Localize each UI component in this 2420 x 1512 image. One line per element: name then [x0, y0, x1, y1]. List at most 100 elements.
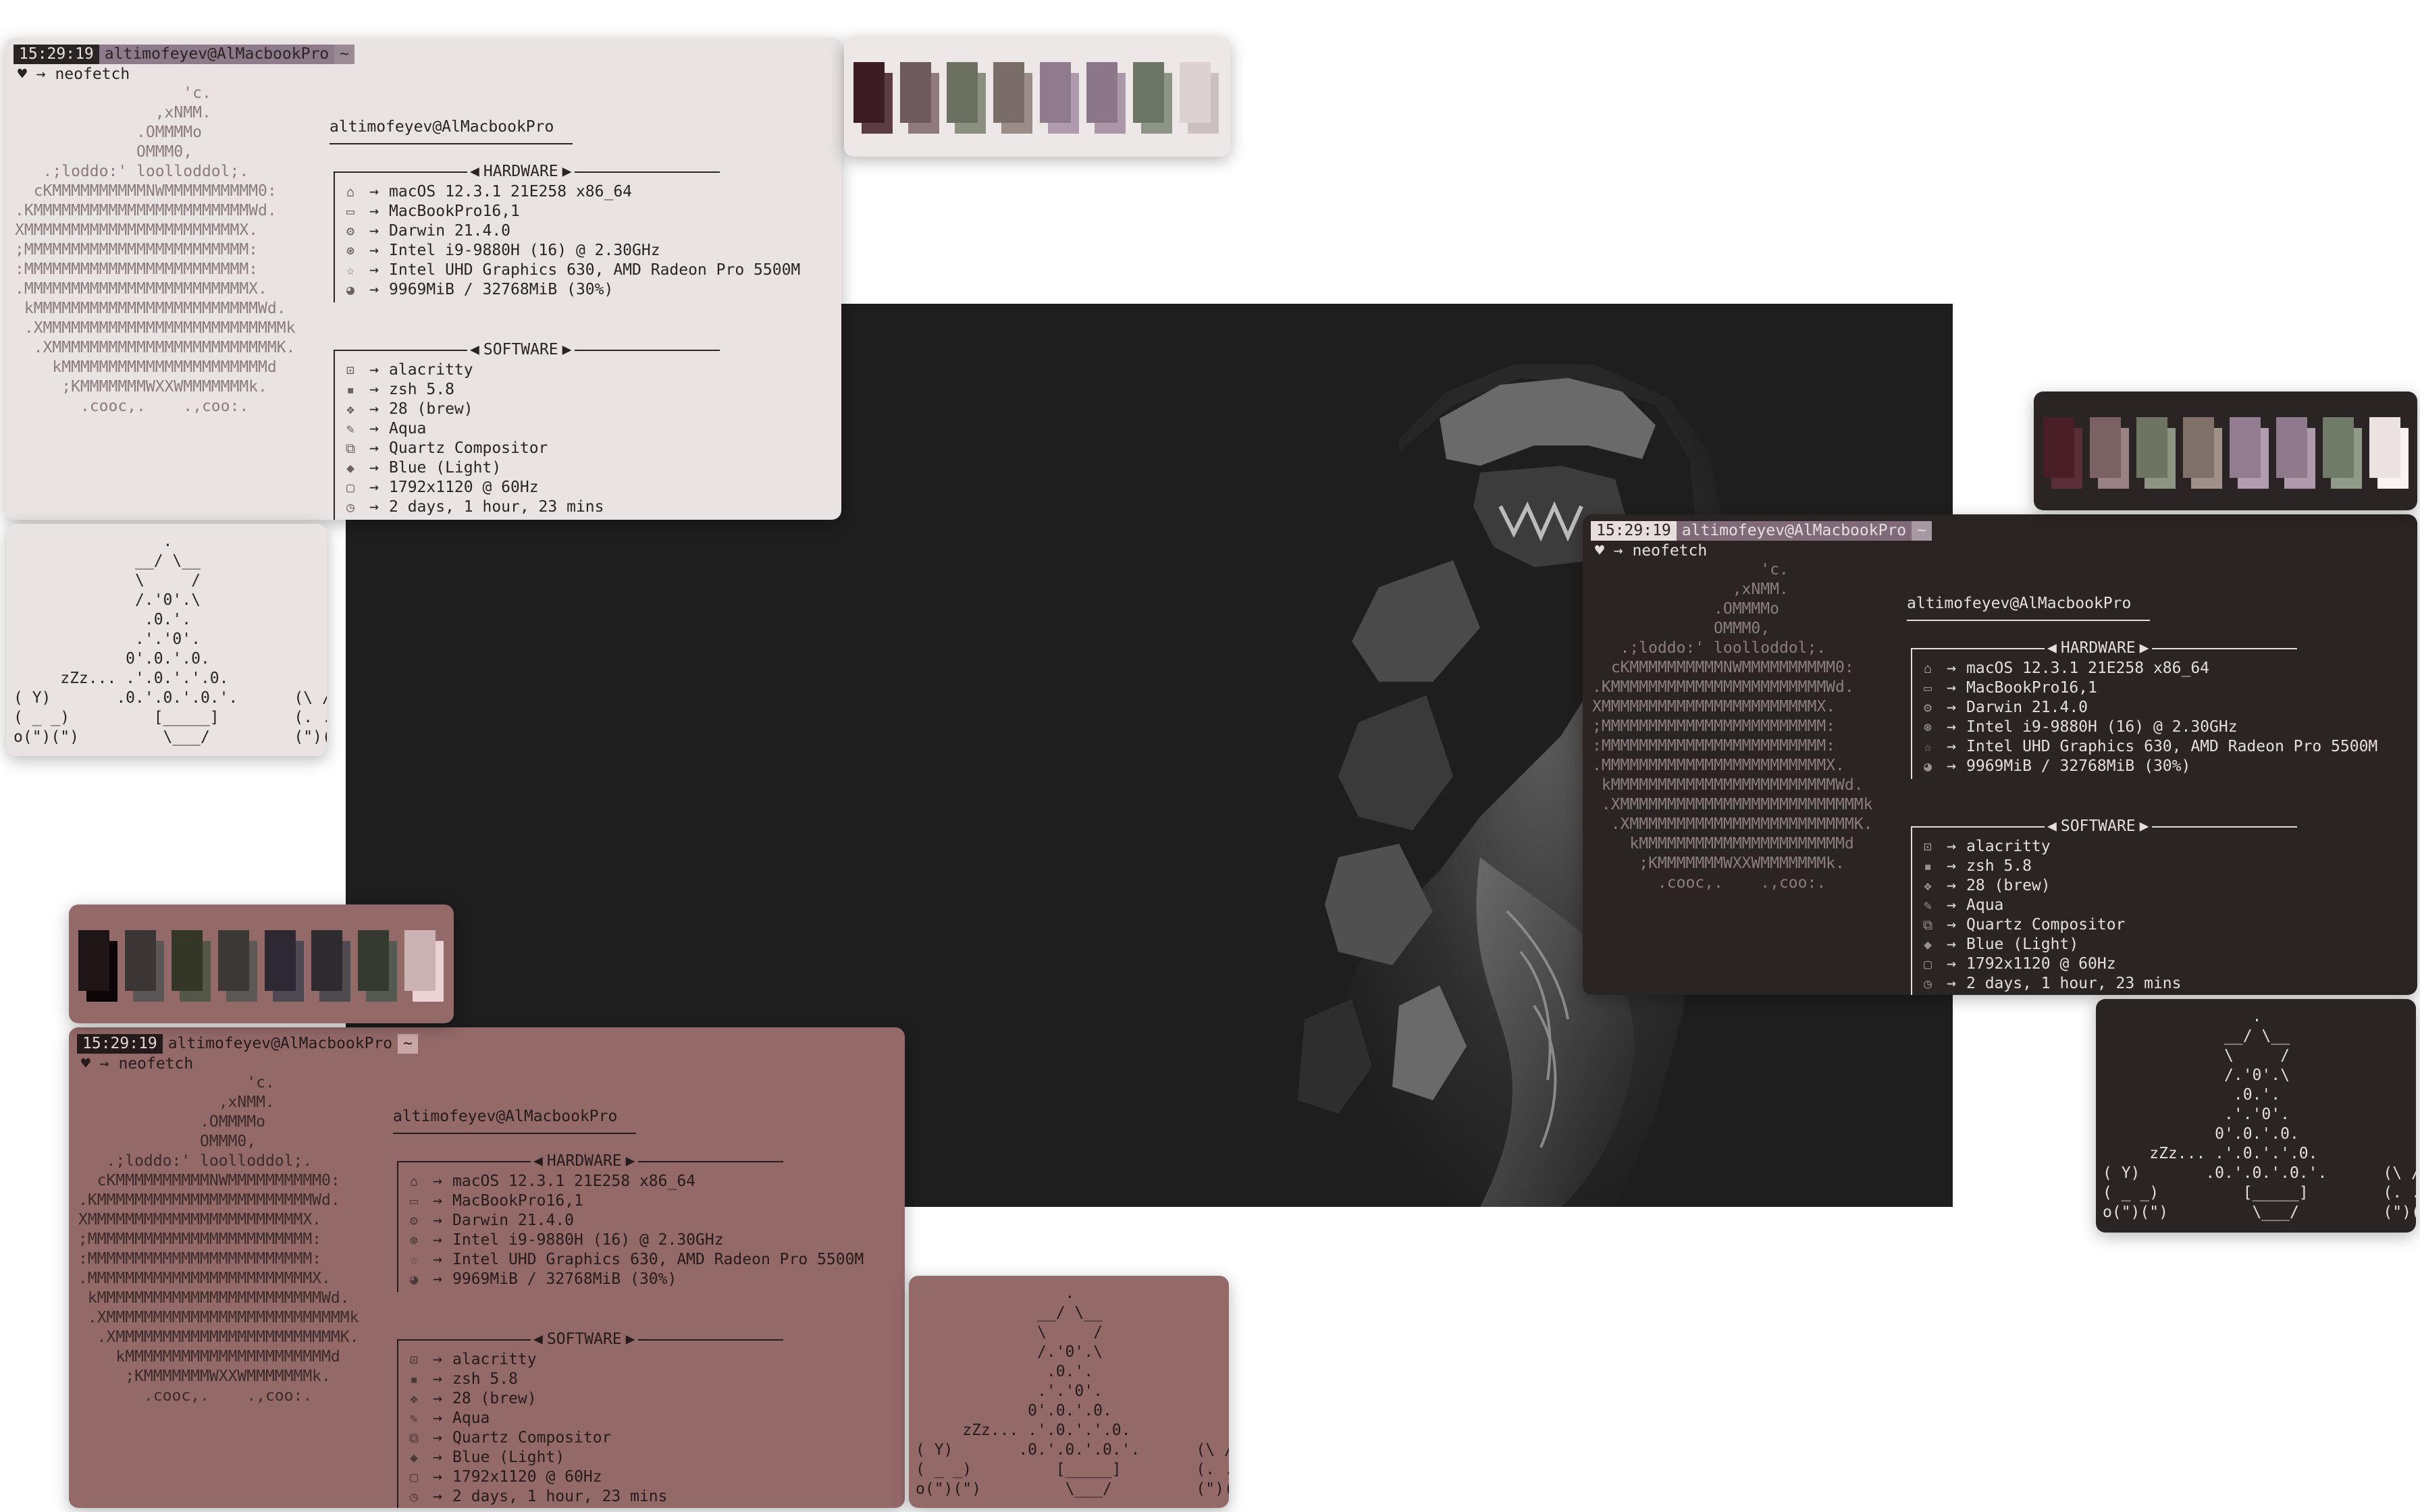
info-row-hardware: ⊛ → Intel i9-9880H (16) @ 2.30GHz — [405, 1231, 724, 1250]
info-value: Aqua — [452, 1409, 490, 1427]
palette-swatch — [311, 930, 342, 991]
info-row-hardware: ☆ → Intel UHD Graphics 630, AMD Radeon Pro… — [342, 261, 800, 280]
info-value: 9969MiB / 32768MiB (30%) — [452, 1270, 677, 1288]
arrow-icon: → — [369, 183, 379, 200]
command-text: neofetch — [1632, 542, 1708, 560]
terminal-window-dark[interactable]: 15:29:19 altimofeyev @ AlMacbookPro ~ ♥ → … — [1583, 514, 2417, 995]
prompt-host: AlMacbookPro — [1793, 522, 1907, 539]
userhost-underline — [1907, 620, 2150, 621]
neofetch-info: altimofeyev@AlMacbookPro ◀ HARDWARE ▶ ⌂ → macO… — [386, 1071, 899, 1508]
info-row-hardware: ⊛ → Intel i9-9880H (16) @ 2.30GHz — [342, 241, 660, 261]
arrow-icon: → — [1947, 916, 1956, 934]
arrow-icon: → — [369, 459, 379, 477]
terminal-icon: ⊡ — [1923, 838, 1932, 855]
palette-swatch — [218, 930, 249, 991]
prompt-time: 15:29:19 — [77, 1034, 163, 1054]
hardware-box-left — [334, 171, 335, 302]
hardware-title: HARDWARE — [546, 1152, 622, 1170]
prompt-host: AlMacbookPro — [280, 1035, 393, 1052]
monitor-icon: ▢ — [409, 1469, 419, 1485]
arrow-icon: → — [1947, 877, 1956, 894]
info-row-software: ⧉ → Quartz Compositor — [405, 1428, 612, 1448]
caret-left-icon: ◀ — [470, 163, 479, 180]
color-palette-light — [844, 36, 1230, 157]
info-value: Intel i9-9880H (16) @ 2.30GHz — [452, 1231, 724, 1249]
info-value: macOS 12.3.1 21E258 x86_64 — [452, 1172, 696, 1190]
arrow-icon: → — [433, 1192, 442, 1210]
shell-icon: ▪ — [346, 381, 355, 398]
command-line[interactable]: ♥ → neofetch — [81, 1054, 193, 1074]
software-title: SOFTWARE — [2060, 817, 2136, 835]
brush-icon: ✎ — [409, 1410, 419, 1426]
terminal-window-rose[interactable]: 15:29:19 altimofeyev @ AlMacbookPro ~ ♥ → … — [69, 1027, 905, 1508]
apple-ascii-logo: 'c. ,xNMM. .OMMMMo OMMM0, .;loddo:' lool… — [1592, 561, 1873, 892]
prompt-user: altimofeyev — [1681, 522, 1785, 539]
hardware-section-header: ◀ HARDWARE ▶ — [2045, 639, 2152, 658]
arrow-icon: → — [433, 1270, 442, 1288]
palette-swatch — [2230, 417, 2261, 478]
drop-icon: ◆ — [346, 460, 355, 476]
info-value: zsh 5.8 — [389, 381, 454, 398]
info-value: 1792x1120 @ 60Hz — [1966, 955, 2116, 973]
info-value: Darwin 21.4.0 — [389, 222, 511, 240]
monitor-icon: ▢ — [1923, 956, 1932, 972]
prompt-cwd: ~ — [1912, 521, 1932, 541]
prompt-time: 15:29:19 — [1591, 521, 1677, 541]
info-value: Intel UHD Graphics 630, AMD Radeon Pro 5… — [389, 261, 801, 279]
arrow-icon: → — [433, 1351, 442, 1368]
info-row-hardware: ⚙ → Darwin 21.4.0 — [1919, 698, 2088, 718]
arrow-icon: → — [433, 1449, 442, 1466]
software-box-left — [397, 1339, 398, 1508]
windows-icon: ⧉ — [345, 440, 356, 456]
software-section-header: ◀ SOFTWARE ▶ — [467, 340, 575, 360]
palette-swatch — [947, 62, 978, 123]
prompt-arrow-icon: → — [1613, 542, 1623, 560]
cat-ascii-art: . __/ \__ \ / /.'0'.\ .0.'. .'.'0'. 0'.0… — [2103, 1008, 2416, 1221]
gpu-star-icon: ☆ — [346, 262, 355, 278]
arrow-icon: → — [1947, 738, 1956, 755]
windows-icon: ⧉ — [1922, 917, 1933, 933]
info-row-software: ❖ → 28 (brew) — [1919, 876, 2051, 896]
info-row-software: ✎ → Aqua — [405, 1409, 490, 1428]
software-title: SOFTWARE — [483, 341, 558, 358]
software-section-header: ◀ SOFTWARE ▶ — [2045, 817, 2152, 836]
terminal-window-light[interactable]: 15:29:19 altimofeyev @ AlMacbookPro ~ ♥ → … — [5, 38, 841, 520]
drop-icon: ◆ — [409, 1449, 419, 1465]
prompt-bar: 15:29:19 altimofeyev @ AlMacbookPro ~ — [14, 45, 354, 64]
arrow-icon: → — [433, 1409, 442, 1427]
info-value: Intel i9-9880H (16) @ 2.30GHz — [1966, 718, 2238, 736]
info-value: Intel UHD Graphics 630, AMD Radeon Pro 5… — [1966, 738, 2378, 755]
neofetch-info: altimofeyev@AlMacbookPro ◀ HARDWARE ▶ ⌂ → macO… — [323, 81, 836, 520]
arrow-icon: → — [433, 1468, 442, 1486]
caret-left-icon: ◀ — [533, 1330, 543, 1348]
hardware-box-left — [1911, 648, 1912, 779]
brush-icon: ✎ — [346, 421, 355, 437]
arrow-icon: → — [433, 1172, 442, 1190]
palette-swatch — [2276, 417, 2307, 478]
arrow-icon: → — [369, 420, 379, 437]
info-row-hardware: ◕ → 9969MiB / 32768MiB (30%) — [342, 280, 613, 300]
arrow-icon: → — [1947, 718, 1956, 736]
monitor-icon: ▢ — [346, 479, 355, 495]
info-value: 2 days, 1 hour, 23 mins — [389, 498, 604, 516]
gpu-star-icon: ☆ — [409, 1251, 419, 1268]
info-value: 28 (brew) — [389, 400, 473, 418]
command-line[interactable]: ♥ → neofetch — [18, 65, 130, 84]
prompt-user: altimofeyev — [104, 45, 208, 63]
prompt-bar: 15:29:19 altimofeyev @ AlMacbookPro ~ — [1591, 521, 1932, 541]
arrow-icon: → — [369, 400, 379, 418]
info-value: MacBookPro16,1 — [452, 1192, 583, 1210]
info-row-software: ▪ → zsh 5.8 — [342, 380, 454, 400]
palette-swatch — [1040, 62, 1071, 123]
palette-swatch — [125, 930, 156, 991]
info-row-software: ⊡ → alacritty — [342, 360, 473, 380]
home-icon: ⌂ — [1923, 660, 1932, 676]
command-line[interactable]: ♥ → neofetch — [1595, 541, 1707, 561]
arrow-icon: → — [1947, 896, 1956, 914]
info-row-software: ▪ → zsh 5.8 — [405, 1370, 518, 1389]
cat-ascii-art: . __/ \__ \ / /.'0'.\ .0.'. .'.'0'. 0'.0… — [916, 1285, 1229, 1498]
arrow-icon: → — [369, 261, 379, 279]
memory-pie-icon: ◕ — [346, 281, 355, 298]
command-text: neofetch — [55, 65, 130, 83]
info-value: 9969MiB / 32768MiB (30%) — [389, 281, 614, 298]
